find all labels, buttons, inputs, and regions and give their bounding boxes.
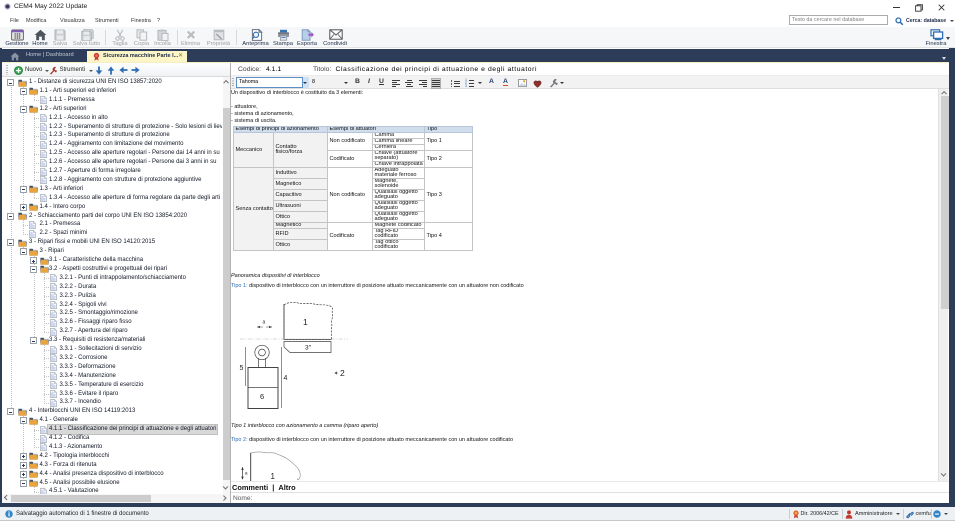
svg-text:1: 1 [271,472,276,481]
svg-text:5: 5 [240,365,244,372]
svg-text:a: a [263,320,266,326]
svg-text:3″: 3″ [305,345,312,352]
svg-text:4: 4 [284,375,288,382]
svg-text:1: 1 [303,317,308,327]
svg-text:2: 2 [340,368,345,378]
svg-text:a: a [245,471,248,476]
svg-text:6: 6 [260,392,264,401]
